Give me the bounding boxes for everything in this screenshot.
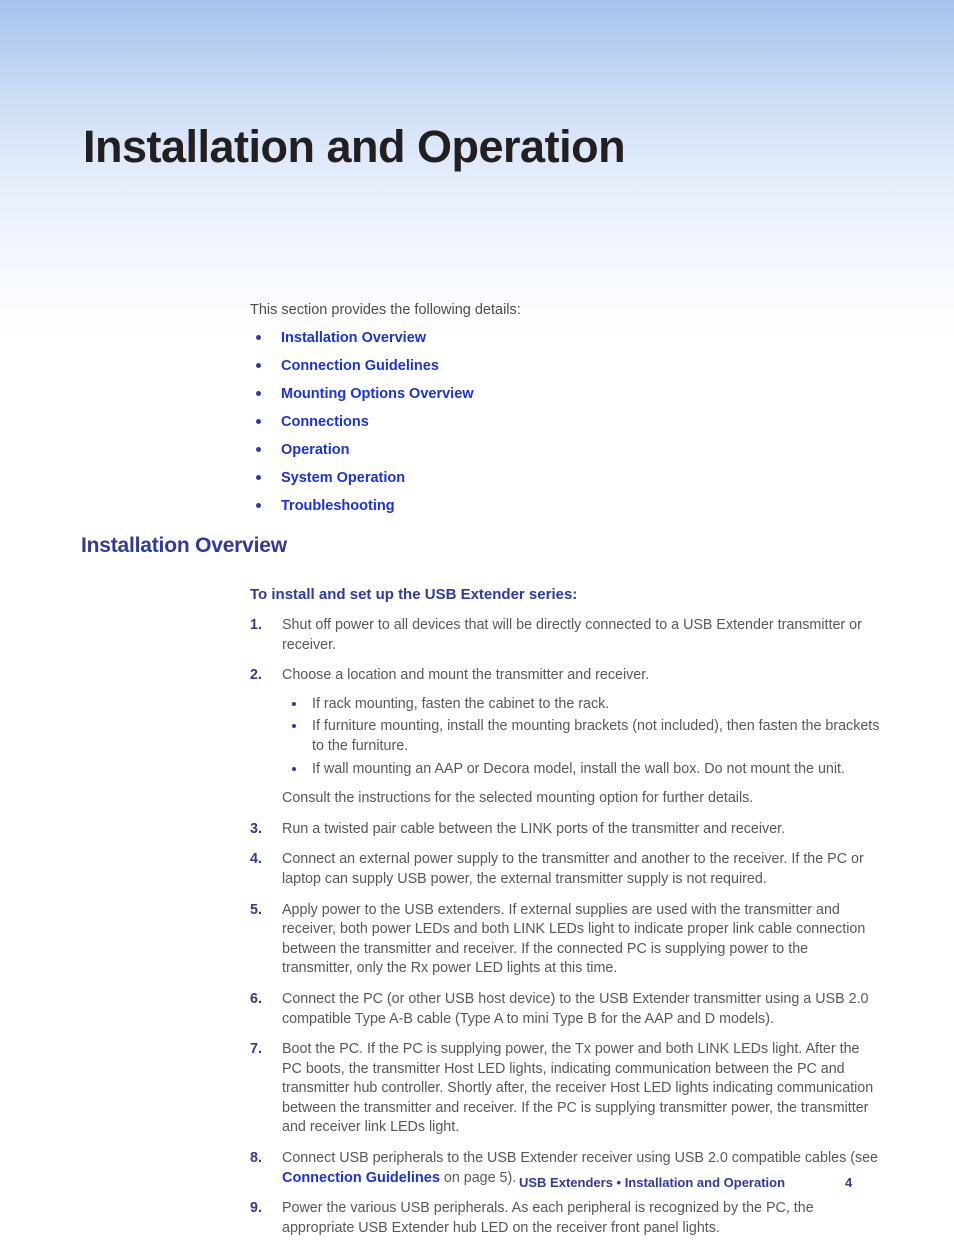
toc-list-item[interactable]: Installation Overview: [250, 329, 882, 347]
bullet-icon: [256, 503, 261, 508]
document-page: Installation and Operation This section …: [0, 0, 954, 1236]
step-text: Boot the PC. If the PC is supplying powe…: [282, 1041, 874, 1136]
sub-bullet-text: If furniture mounting, install the mount…: [312, 718, 880, 754]
bullet-icon: [256, 363, 261, 368]
toc-link[interactable]: Installation Overview: [281, 330, 426, 346]
procedure-step: 9. Power the various USB peripherals. As …: [250, 1199, 882, 1238]
step-text: Apply power to the USB extenders. If ext…: [282, 901, 866, 977]
procedure-step-list: 1. Shut off power to all devices that wil…: [250, 616, 882, 1238]
toc-list-item[interactable]: Connections: [250, 413, 882, 431]
toc-link[interactable]: Mounting Options Overview: [281, 386, 474, 402]
bullet-icon: [256, 335, 261, 340]
step-text: Power the various USB peripherals. As ea…: [282, 1200, 814, 1236]
step-text: Shut off power to all devices that will …: [282, 617, 862, 653]
step-number: 2.: [250, 667, 262, 684]
step-number: 6.: [250, 990, 262, 1007]
step-text: Connect an external power supply to the …: [282, 851, 864, 887]
bullet-icon: [256, 447, 261, 452]
sub-bullet-text: If rack mounting, fasten the cabinet to …: [312, 695, 610, 712]
toc-link[interactable]: Connections: [281, 414, 369, 430]
procedure-column: To install and set up the USB Extender s…: [250, 585, 882, 1238]
step-sub-bullet: If rack mounting, fasten the cabinet to …: [282, 695, 882, 715]
procedure-step: 4. Connect an external power supply to th…: [250, 850, 882, 889]
step-text: Connect USB peripherals to the USB Exten…: [282, 1150, 879, 1167]
toc-list-item[interactable]: Operation: [250, 441, 882, 459]
page-footer: USB Extenders • Installation and Operati…: [0, 1175, 954, 1199]
step-sub-bullet: If furniture mounting, install the mount…: [282, 717, 882, 756]
step-trailing-note: Consult the instructions for the selecte…: [282, 790, 754, 807]
sub-bullet-text: If wall mounting an AAP or Decora model,…: [312, 760, 845, 777]
section-heading: Installation Overview: [81, 534, 287, 557]
toc-list-item[interactable]: Connection Guidelines: [250, 357, 882, 375]
page-content: This section provides the following deta…: [81, 300, 881, 1249]
step-text: Run a twisted pair cable between the LIN…: [282, 820, 786, 837]
procedure-step: 3. Run a twisted pair cable between the L…: [250, 820, 882, 840]
footer-page-number: 4: [845, 1175, 853, 1190]
procedure-step: 5. Apply power to the USB extenders. If e…: [250, 901, 882, 979]
toc-link[interactable]: Troubleshooting: [281, 498, 395, 514]
step-number: 4.: [250, 851, 262, 868]
toc-link[interactable]: System Operation: [281, 470, 405, 486]
step-sub-bullet: If wall mounting an AAP or Decora model,…: [282, 760, 882, 780]
step-number: 7.: [250, 1041, 262, 1058]
bullet-icon: [292, 724, 296, 729]
procedure-step: 2. Choose a location and mount the transm…: [250, 666, 882, 809]
toc-link-list: Installation Overview Connection Guidelin…: [250, 329, 882, 515]
step-sub-bullet-list: If rack mounting, fasten the cabinet to …: [282, 695, 882, 779]
bullet-icon: [256, 419, 261, 424]
page-title: Installation and Operation: [83, 121, 626, 173]
bullet-icon: [292, 766, 296, 771]
bullet-icon: [292, 701, 296, 706]
procedure-step: 7. Boot the PC. If the PC is supplying po…: [250, 1040, 882, 1138]
bullet-icon: [256, 391, 261, 396]
toc-list-item[interactable]: System Operation: [250, 469, 882, 487]
toc-list-item[interactable]: Troubleshooting: [250, 497, 882, 515]
procedure-step: 1. Shut off power to all devices that wil…: [250, 616, 882, 655]
step-number: 3.: [250, 820, 262, 837]
step-number: 5.: [250, 901, 262, 918]
step-number: 8.: [250, 1150, 262, 1167]
step-text: Choose a location and mount the transmit…: [282, 667, 650, 684]
toc-link[interactable]: Operation: [281, 442, 349, 458]
intro-text: This section provides the following deta…: [250, 302, 521, 318]
step-number: 1.: [250, 617, 262, 633]
bullet-icon: [256, 475, 261, 480]
toc-list-item[interactable]: Mounting Options Overview: [250, 385, 882, 403]
step-number: 9.: [250, 1200, 262, 1217]
procedure-sub-heading: To install and set up the USB Extender s…: [250, 586, 578, 603]
procedure-step: 6. Connect the PC (or other USB host devi…: [250, 990, 882, 1029]
body-column: This section provides the following deta…: [250, 300, 882, 515]
footer-title: USB Extenders • Installation and Operati…: [519, 1175, 786, 1190]
step-text: Connect the PC (or other USB host device…: [282, 990, 869, 1027]
toc-link[interactable]: Connection Guidelines: [281, 358, 439, 374]
